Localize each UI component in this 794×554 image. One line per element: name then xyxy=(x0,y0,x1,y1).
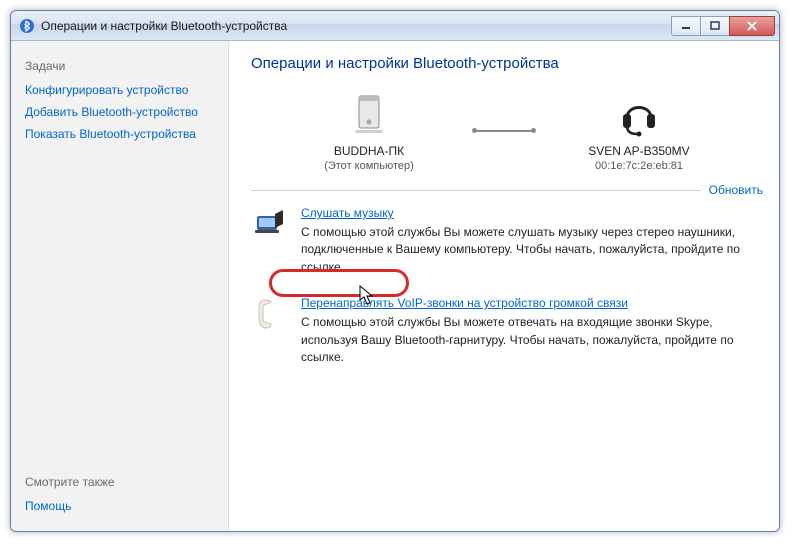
bluetooth-icon xyxy=(19,18,35,34)
service-music: Слушать музыку С помощью этой службы Вы … xyxy=(251,206,757,276)
sidebar-link-configure[interactable]: Конфигурировать устройство xyxy=(25,79,214,101)
voip-service-icon xyxy=(251,296,287,332)
sidebar-tasks-header: Задачи xyxy=(25,59,214,73)
connection-line-icon xyxy=(474,130,534,132)
sidebar-link-add[interactable]: Добавить Bluetooth-устройство xyxy=(25,101,214,123)
window-buttons xyxy=(672,16,775,36)
service-voip-desc: С помощью этой службы Вы можете отвечать… xyxy=(301,314,757,366)
minimize-button[interactable] xyxy=(671,16,701,36)
refresh-row: Обновить xyxy=(251,190,763,206)
remote-device-mac: 00:1e:7c:2e:eb:81 xyxy=(564,160,714,172)
service-music-link[interactable]: Слушать музыку xyxy=(301,206,394,220)
service-voip-link[interactable]: Перенаправлять VoIP-звонки на устройство… xyxy=(301,296,628,310)
sidebar: Задачи Конфигурировать устройство Добави… xyxy=(11,41,229,531)
window-title: Операции и настройки Bluetooth-устройств… xyxy=(41,19,672,33)
close-button[interactable] xyxy=(729,16,775,36)
titlebar[interactable]: Операции и настройки Bluetooth-устройств… xyxy=(11,11,779,41)
service-music-desc: С помощью этой службы Вы можете слушать … xyxy=(301,224,757,276)
sidebar-link-show[interactable]: Показать Bluetooth-устройства xyxy=(25,123,214,145)
sidebar-see-also-header: Смотрите также xyxy=(25,475,214,489)
maximize-button[interactable] xyxy=(700,16,730,36)
service-voip: Перенаправлять VoIP-звонки на устройство… xyxy=(251,296,757,366)
remote-device: SVEN AP-B350MV 00:1e:7c:2e:eb:81 xyxy=(564,90,714,172)
device-pair-row: BUDDHA-ПК (Этот компьютер) SVE xyxy=(251,90,757,172)
refresh-link[interactable]: Обновить xyxy=(701,183,763,197)
local-device: BUDDHA-ПК (Этот компьютер) xyxy=(294,90,444,172)
local-device-sub: (Этот компьютер) xyxy=(294,160,444,172)
page-title: Операции и настройки Bluetooth-устройств… xyxy=(251,55,757,72)
window-body: Задачи Конфигурировать устройство Добави… xyxy=(11,41,779,531)
music-service-icon xyxy=(251,206,287,242)
headset-icon xyxy=(615,90,663,138)
computer-icon xyxy=(345,90,393,138)
main-panel: Операции и настройки Bluetooth-устройств… xyxy=(229,41,779,531)
local-device-name: BUDDHA-ПК xyxy=(294,144,444,158)
remote-device-name: SVEN AP-B350MV xyxy=(564,144,714,158)
window-frame: Операции и настройки Bluetooth-устройств… xyxy=(10,10,780,532)
sidebar-link-help[interactable]: Помощь xyxy=(25,495,214,517)
